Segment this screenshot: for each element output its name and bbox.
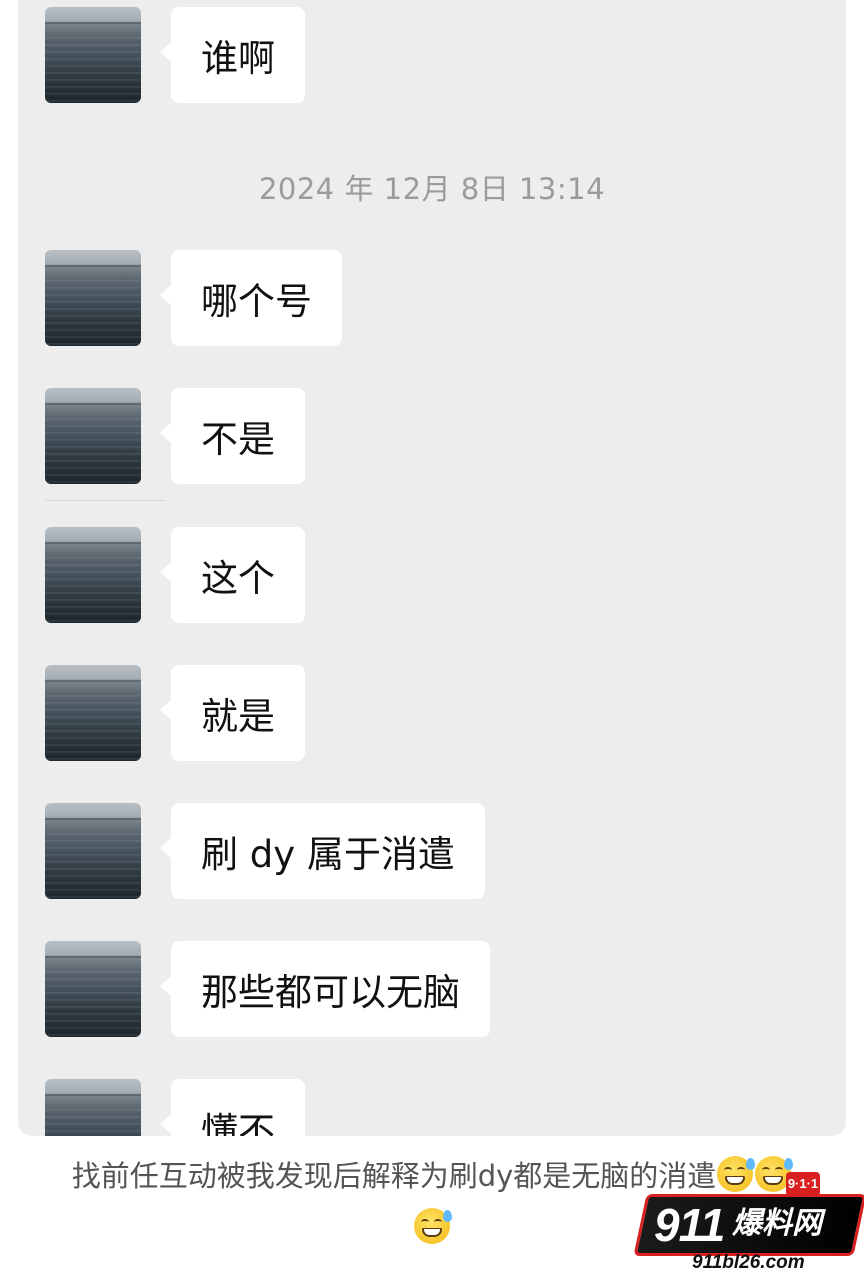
message-text: 这个 [201,557,275,600]
screenshot-frame: 谁啊 2024 年 12月 8日 13:14 哪个号 不是 这个 就是 刷 dy… [0,0,864,1280]
message-bubble[interactable]: 这个 [160,527,305,623]
contact-avatar[interactable] [45,250,141,346]
watermark-logo: 9·1·1 911 爆料网 911bl26.com [633,1168,864,1276]
logo-badge: 9·1·1 [786,1172,820,1196]
message-bubble[interactable]: 哪个号 [160,250,342,346]
grinning-sweat-emoji-icon [414,1208,452,1244]
logo-name: 爆料网 [732,1206,822,1241]
message-bubble[interactable]: 刷 dy 属于消遣 [160,803,485,899]
message-bubble[interactable]: 那些都可以无脑 [160,941,490,1037]
contact-avatar[interactable] [45,527,141,623]
message-bubble[interactable]: 懂不 [160,1079,305,1136]
message-timestamp: 2024 年 12月 8日 13:14 [258,172,606,206]
chat-message-list[interactable]: 谁啊 2024 年 12月 8日 13:14 哪个号 不是 这个 就是 刷 dy… [18,0,846,1136]
contact-avatar[interactable] [45,388,141,484]
message-text: 哪个号 [201,280,312,323]
contact-avatar[interactable] [45,1079,141,1136]
message-text: 刷 dy 属于消遣 [201,833,455,876]
message-bubble[interactable]: 就是 [160,665,305,761]
message-bubble[interactable]: 不是 [160,388,305,484]
logo-digits: 911 [654,1199,725,1251]
divider [45,500,165,501]
message-text: 谁啊 [201,37,275,80]
contact-avatar[interactable] [45,803,141,899]
contact-avatar[interactable] [45,665,141,761]
message-bubble[interactable]: 谁啊 [160,7,305,103]
message-text: 就是 [201,695,275,738]
message-text: 懂不 [201,1110,275,1136]
logo-url: 911bl26.com [692,1252,805,1273]
contact-avatar[interactable] [45,941,141,1037]
caption-text: 找前任互动被我发现后解释为刷dy都是无脑的消遣 [71,1159,717,1193]
message-text: 不是 [201,418,275,461]
contact-avatar[interactable] [45,7,141,103]
message-text: 那些都可以无脑 [201,971,460,1014]
